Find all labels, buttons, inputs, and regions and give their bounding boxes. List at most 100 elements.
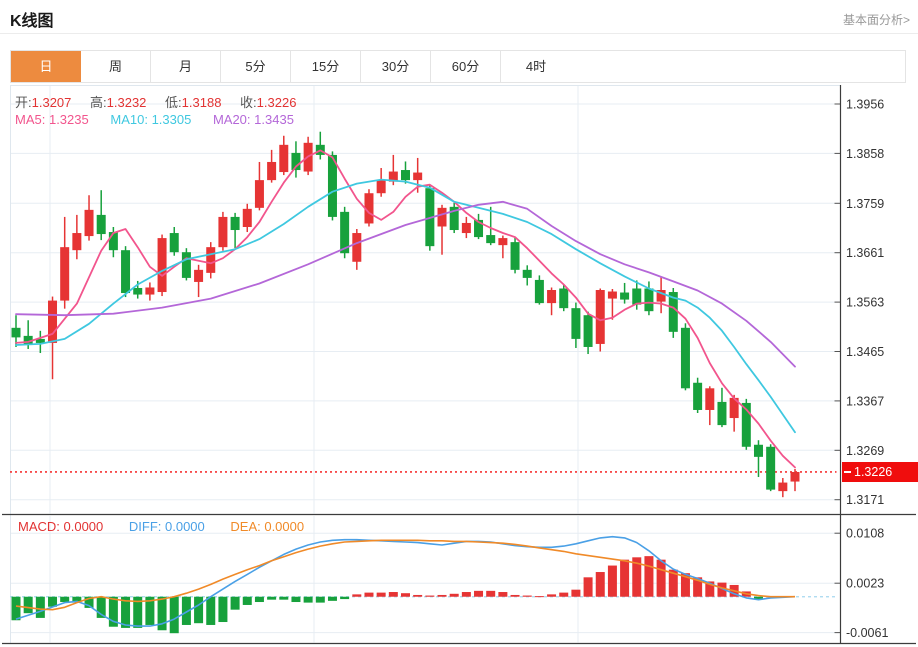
macd-bar <box>425 595 435 597</box>
candle-body <box>72 233 82 251</box>
macd-bar <box>352 594 362 597</box>
candle-body <box>766 446 776 490</box>
candle-body <box>437 207 447 227</box>
candle-body <box>242 208 252 227</box>
macd-axis-label: 0.0023 <box>846 577 884 591</box>
candle-body <box>401 170 410 181</box>
candle-body <box>352 233 362 262</box>
macd-bar <box>461 592 471 597</box>
candle-body <box>133 287 143 295</box>
close-value: 1.3226 <box>256 95 297 110</box>
dea-value-label: DEA: 0.0000 <box>230 519 305 534</box>
open-value: 1.3207 <box>31 95 72 110</box>
macd-bar <box>169 596 179 634</box>
high-value: 1.3232 <box>106 95 147 110</box>
diff-value-label: DIFF: 0.0000 <box>128 519 205 534</box>
macd-bar <box>486 590 496 597</box>
candle-body <box>693 382 703 410</box>
candle-body <box>60 247 70 301</box>
macd-value-label: MACD: 0.0000 <box>18 519 104 534</box>
y-axis-label: 1.3563 <box>846 296 884 310</box>
macd-bar <box>23 596 33 614</box>
macd-bar <box>583 577 593 597</box>
macd-bar <box>595 572 605 597</box>
ma-line-ma5 <box>15 149 796 469</box>
macd-bar <box>559 592 569 597</box>
macd-bar <box>449 593 459 597</box>
macd-bar <box>607 565 617 597</box>
y-axis-label: 1.3956 <box>846 98 884 112</box>
candle-body <box>181 252 191 278</box>
candle-body <box>254 180 264 208</box>
candle-body <box>547 290 557 304</box>
macd-bar <box>340 596 350 600</box>
candle-body <box>705 388 715 410</box>
candle-body <box>48 300 58 343</box>
y-axis-label: 1.3759 <box>846 197 884 211</box>
candle-body <box>218 216 228 248</box>
macd-bar <box>388 592 398 597</box>
macd-bar <box>401 593 410 597</box>
high-label: 高: <box>90 95 107 110</box>
macd-bar <box>279 596 289 600</box>
candle-body <box>778 482 788 492</box>
ma10-value: 1.3305 <box>151 112 192 127</box>
close-label: 收: <box>240 95 257 110</box>
ma20-value: 1.3435 <box>254 112 294 127</box>
candle-body <box>680 327 690 389</box>
macd-bar <box>474 590 484 597</box>
candle-body <box>376 180 386 194</box>
macd-bar <box>303 596 313 603</box>
macd-legend: MACD: 0.0000 DIFF: 0.0000 DEA: 0.0000 <box>18 519 326 534</box>
macd-bar <box>206 596 216 625</box>
low-label: 低: <box>165 95 182 110</box>
macd-bar <box>327 596 337 601</box>
ohlc-legend: 开:1.3207 高:1.3232 低:1.3188 收:1.3226 <box>15 92 311 111</box>
y-axis-label: 1.3465 <box>846 345 884 359</box>
macd-bar <box>656 559 666 597</box>
candle-body <box>108 232 118 251</box>
candle-body <box>145 287 155 295</box>
macd-bar <box>291 596 301 603</box>
candle-body <box>230 216 240 231</box>
ma-legend: MA5: 1.3235 MA10: 1.3305 MA20: 1.3435 <box>15 112 312 127</box>
candle-body <box>498 238 508 246</box>
low-value: 1.3188 <box>181 95 222 110</box>
candle-body <box>84 209 94 237</box>
ma10-label: MA10: <box>110 112 148 127</box>
candle-body <box>790 471 800 482</box>
candle-body <box>486 235 496 244</box>
macd-bar <box>522 595 532 597</box>
candle-body <box>169 233 179 253</box>
macd-axis-label: -0.0061 <box>846 626 888 640</box>
candle-body <box>753 444 763 457</box>
candle-body <box>157 238 167 293</box>
candle-body <box>571 308 581 339</box>
dea-line <box>15 539 795 611</box>
macd-bar <box>11 596 21 621</box>
candle-body <box>620 292 630 300</box>
ma-line-ma20 <box>15 200 796 368</box>
macd-axis-label: 0.0108 <box>846 527 884 541</box>
macd-bar <box>242 596 252 605</box>
candle-body <box>607 291 617 299</box>
y-axis-label: 1.3367 <box>846 394 884 408</box>
open-label: 开: <box>15 95 32 110</box>
candle-body <box>96 214 106 235</box>
macd-bar <box>510 594 520 597</box>
macd-bar <box>218 596 228 623</box>
macd-bar <box>230 596 240 610</box>
candle-body <box>510 242 520 270</box>
last-price-badge: 1.3226 <box>842 462 918 482</box>
candle-body <box>121 250 131 294</box>
macd-bar <box>364 592 374 597</box>
candle-body <box>595 290 605 344</box>
candle-body <box>583 315 593 347</box>
macd-bar <box>254 596 264 603</box>
diff-line <box>15 535 796 627</box>
macd-bar <box>35 596 45 618</box>
y-axis-label: 1.3171 <box>846 493 884 507</box>
macd-bar <box>534 596 544 598</box>
macd-bar <box>620 559 630 597</box>
macd-bar <box>547 594 557 597</box>
